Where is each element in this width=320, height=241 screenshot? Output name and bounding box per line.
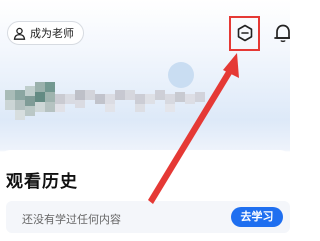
become-teacher-label: 成为老师 — [30, 27, 74, 40]
annotation-highlight-box — [229, 16, 260, 51]
app-screen: 成为老师 观看历史 还没有学过任何内容 去学习 — [0, 0, 290, 241]
become-teacher-button[interactable]: 成为老师 — [7, 21, 84, 45]
bell-icon — [272, 23, 290, 43]
person-icon — [13, 27, 26, 40]
blurred-banner-content — [5, 82, 225, 132]
watch-history-title: 观看历史 — [6, 172, 78, 192]
go-learn-button[interactable]: 去学习 — [231, 207, 283, 227]
notification-button[interactable] — [272, 23, 290, 43]
empty-history-text: 还没有学过任何内容 — [22, 213, 121, 226]
